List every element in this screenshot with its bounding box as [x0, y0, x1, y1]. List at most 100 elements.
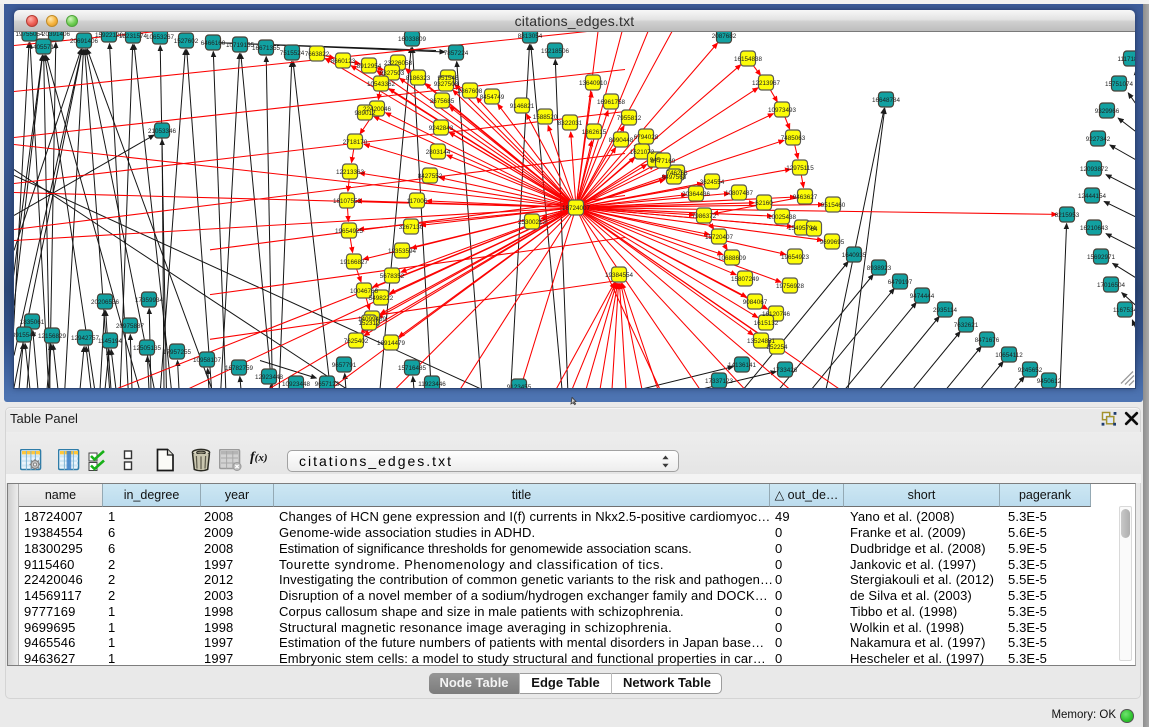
svg-text:10688609: 10688609 — [718, 255, 747, 262]
svg-text:18231574: 18231574 — [119, 33, 148, 40]
svg-text:1145194: 1145194 — [98, 338, 123, 345]
svg-text:9657791: 9657791 — [332, 362, 357, 369]
svg-text:7955812: 7955812 — [617, 115, 642, 122]
svg-text:9245652: 9245652 — [1018, 367, 1043, 374]
svg-text:20391406: 20391406 — [42, 32, 71, 38]
svg-text:8938923: 8938923 — [867, 265, 892, 272]
svg-text:19654925: 19654925 — [335, 228, 364, 235]
svg-text:9084067: 9084067 — [743, 299, 768, 306]
svg-text:7515524: 7515524 — [280, 50, 305, 57]
svg-text:1835061: 1835061 — [20, 319, 45, 326]
svg-text:7632621: 7632621 — [954, 322, 979, 329]
svg-text:9699695: 9699695 — [820, 239, 845, 246]
svg-text:19654923: 19654923 — [781, 254, 810, 261]
svg-text:9227342: 9227342 — [1086, 136, 1111, 143]
svg-text:8813054: 8813054 — [518, 33, 543, 40]
svg-text:7485063: 7485063 — [781, 135, 806, 142]
svg-text:15807249: 15807249 — [731, 276, 760, 283]
svg-text:12942757: 12942757 — [71, 335, 100, 342]
svg-text:8990448: 8990448 — [609, 137, 634, 144]
svg-text:21053346: 21053346 — [148, 128, 177, 135]
svg-text:7625402: 7625402 — [344, 338, 369, 345]
svg-text:9327503: 9327503 — [380, 70, 405, 77]
svg-text:10973493: 10973493 — [768, 107, 797, 114]
svg-text:17359934: 17359934 — [135, 297, 164, 304]
svg-text:17957255: 17957255 — [163, 349, 192, 356]
svg-text:10046766: 10046766 — [350, 288, 379, 295]
svg-text:989012: 989012 — [354, 110, 376, 117]
svg-text:15751074: 15751074 — [1105, 81, 1134, 88]
svg-text:9777169: 9777169 — [651, 158, 676, 165]
svg-text:10653267: 10653267 — [146, 34, 175, 41]
svg-text:12156829: 12156829 — [38, 333, 67, 340]
svg-text:17016504: 17016504 — [1097, 282, 1126, 289]
svg-text:16154838: 16154838 — [734, 56, 763, 63]
svg-text:6794028: 6794028 — [634, 134, 659, 141]
svg-text:1640935: 1640935 — [842, 252, 867, 259]
svg-text:6497568: 6497568 — [662, 174, 687, 181]
svg-text:14055714: 14055714 — [29, 44, 58, 51]
svg-text:16210643: 16210643 — [1080, 225, 1109, 232]
svg-text:2087682: 2087682 — [712, 33, 737, 40]
svg-text:23226058: 23226058 — [384, 60, 413, 67]
svg-text:9463627: 9463627 — [793, 194, 818, 201]
svg-text:16120746: 16120746 — [762, 311, 791, 318]
svg-text:8471676: 8471676 — [975, 337, 1000, 344]
svg-text:2935114: 2935114 — [933, 307, 958, 314]
svg-text:1615132: 1615132 — [754, 320, 779, 327]
svg-text:252254: 252254 — [766, 344, 788, 351]
svg-text:1527602: 1527602 — [174, 38, 199, 45]
svg-text:3675685: 3675685 — [430, 98, 455, 105]
svg-text:5678352: 5678352 — [380, 273, 405, 280]
svg-text:18724007: 18724007 — [562, 205, 591, 212]
svg-text:9474444: 9474444 — [910, 293, 935, 300]
svg-text:9657123: 9657123 — [315, 381, 340, 388]
svg-text:19756928: 19756928 — [776, 283, 805, 290]
svg-text:9450612: 9450612 — [1037, 378, 1062, 385]
svg-text:10958107: 10958107 — [193, 357, 222, 364]
svg-text:1621072: 1621072 — [630, 149, 655, 156]
svg-text:12213967: 12213967 — [752, 80, 781, 87]
svg-text:10654112: 10654112 — [995, 352, 1023, 359]
svg-text:20206536: 20206536 — [91, 299, 120, 306]
svg-text:16671355: 16671355 — [252, 45, 281, 52]
svg-text:16961758: 16961758 — [597, 99, 626, 106]
svg-text:3915547: 3915547 — [14, 332, 37, 339]
svg-text:16107553: 16107553 — [333, 198, 362, 205]
svg-text:8322031: 8322031 — [558, 120, 583, 127]
svg-text:16914479: 16914479 — [377, 340, 406, 347]
svg-text:8427552: 8427552 — [418, 173, 443, 180]
svg-text:3267130: 3267130 — [399, 224, 424, 231]
svg-text:19166827: 19166827 — [340, 259, 369, 266]
svg-text:9123455: 9123455 — [507, 384, 532, 388]
svg-text:12213363: 12213363 — [336, 169, 365, 176]
svg-text:16648784: 16648784 — [872, 97, 901, 104]
svg-text:10923448: 10923448 — [282, 381, 311, 388]
svg-text:3624554: 3624554 — [700, 179, 725, 186]
svg-text:7986372: 7986372 — [692, 213, 717, 220]
svg-text:19384554: 19384554 — [605, 272, 634, 279]
svg-text:17337123: 17337123 — [705, 378, 734, 385]
svg-text:1588520: 1588520 — [533, 114, 558, 121]
svg-text:12093872: 12093872 — [1080, 166, 1109, 173]
svg-text:20975887: 20975887 — [116, 323, 145, 330]
svg-text:8186323: 8186323 — [406, 75, 431, 82]
svg-text:20364436: 20364436 — [682, 191, 711, 198]
svg-text:12353594: 12353594 — [388, 248, 417, 255]
svg-text:62160: 62160 — [755, 200, 773, 207]
svg-text:8215953: 8215953 — [1055, 212, 1080, 219]
svg-text:12923448: 12923448 — [255, 374, 284, 381]
svg-text:8454749: 8454749 — [480, 94, 505, 101]
svg-text:9515460: 9515460 — [821, 202, 846, 209]
svg-text:12505135: 12505135 — [133, 345, 162, 352]
svg-text:15720407: 15720407 — [705, 234, 734, 241]
svg-text:15716485: 15716485 — [398, 365, 427, 372]
svg-text:10025438: 10025438 — [768, 214, 797, 221]
svg-text:152312: 152312 — [358, 320, 380, 327]
svg-text:2718170: 2718170 — [343, 139, 368, 146]
svg-text:1733426: 1733426 — [773, 367, 798, 374]
svg-text:5498222: 5498222 — [369, 295, 394, 302]
svg-text:16033809: 16033809 — [398, 36, 427, 43]
svg-text:16782759: 16782759 — [225, 365, 254, 372]
svg-text:19218506: 19218506 — [541, 48, 570, 55]
